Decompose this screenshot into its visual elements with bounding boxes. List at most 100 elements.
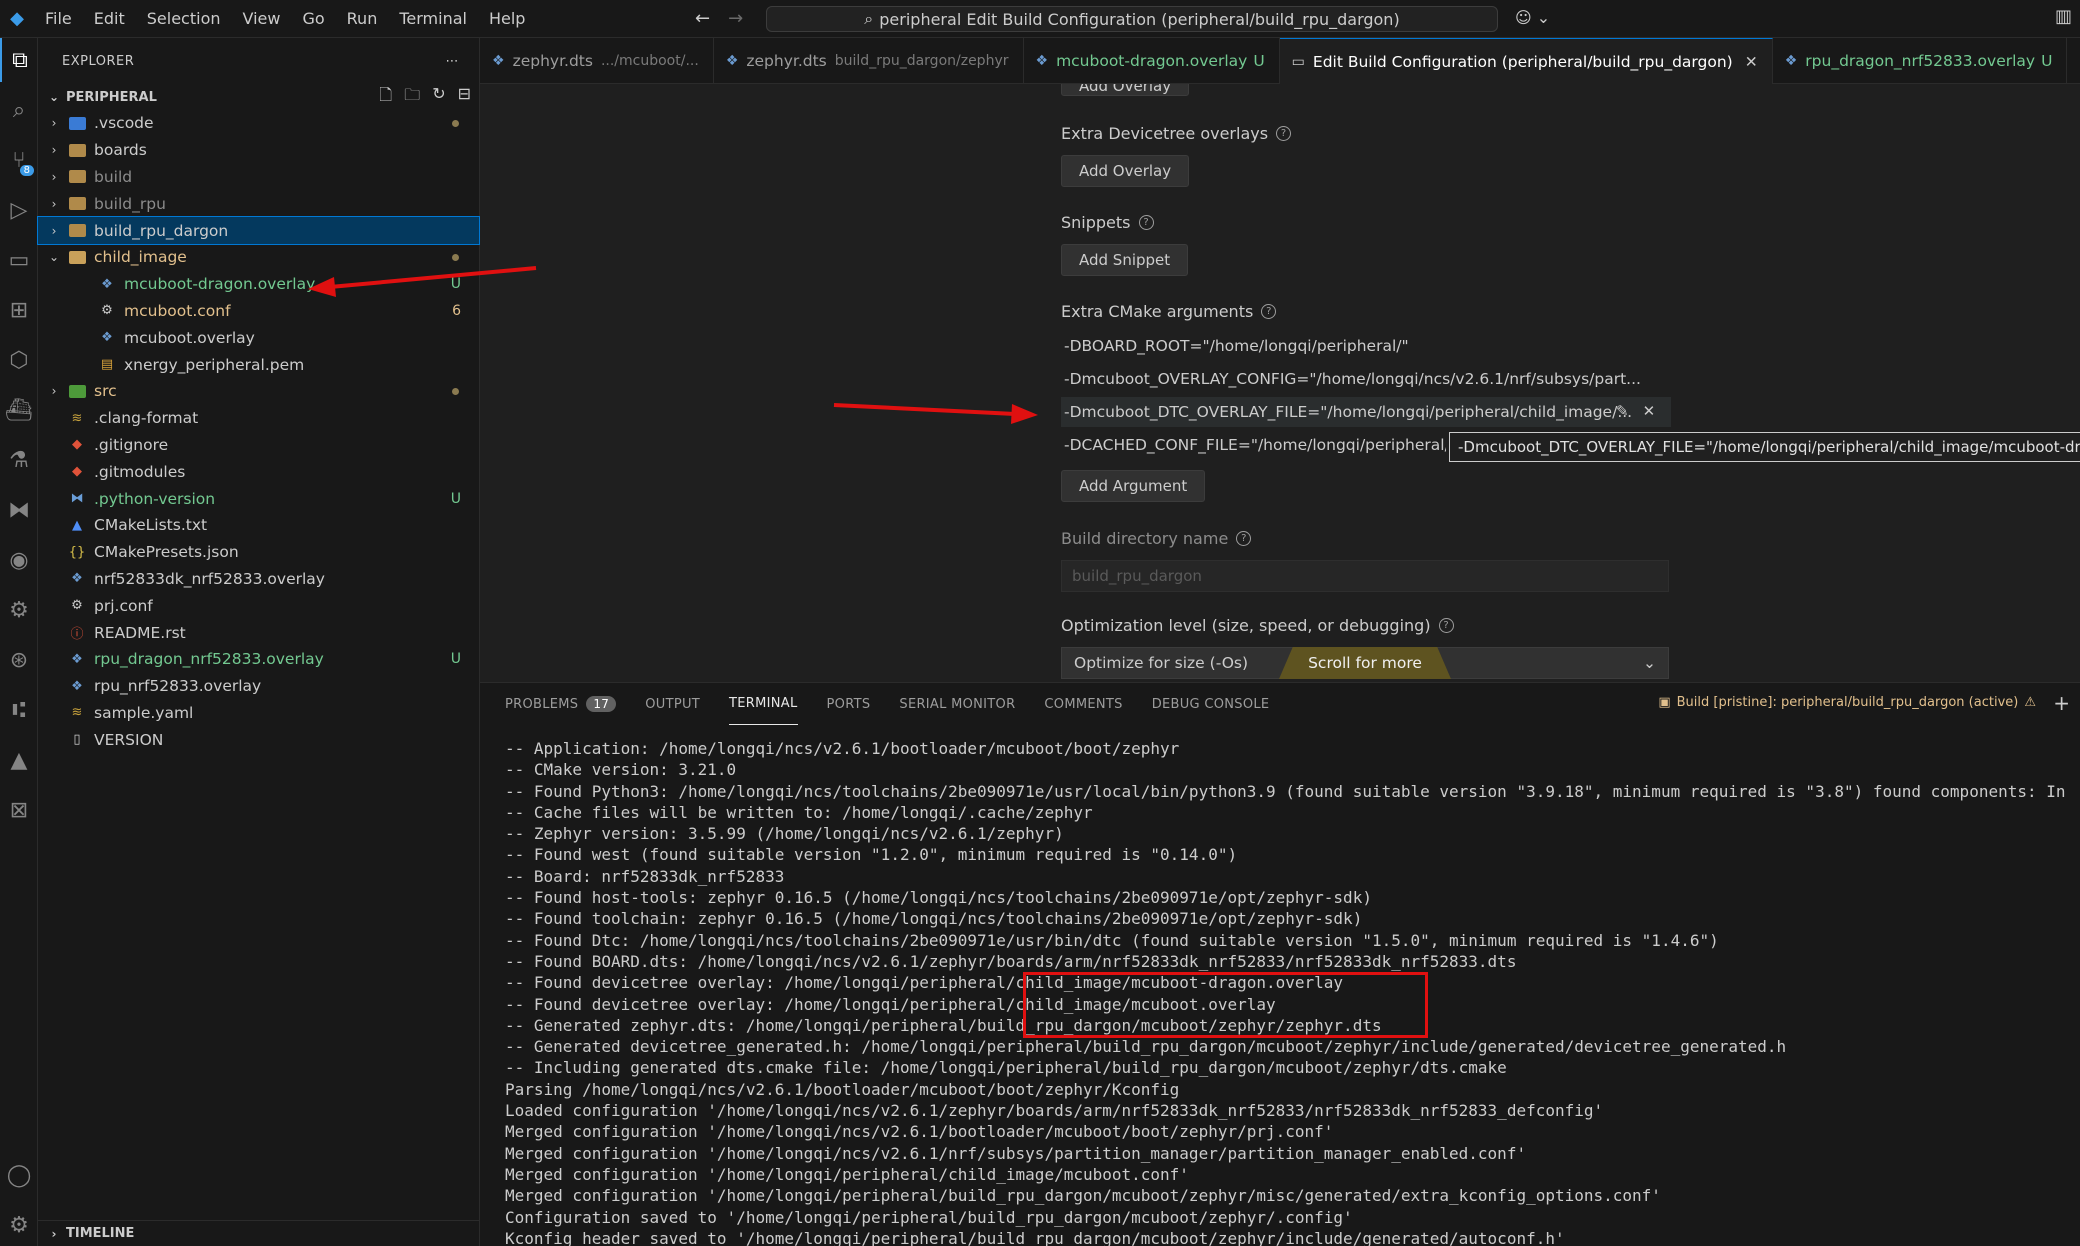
add-overlay-button-partial[interactable]: Add Overlay	[1061, 84, 1190, 96]
python-icon[interactable]: ⧓	[0, 488, 38, 532]
cmake-argument-item[interactable]: -DBOARD_ROOT="/home/longqi/peripheral/"	[1061, 331, 1671, 361]
platformio-icon[interactable]: ⊛	[0, 638, 38, 682]
help-icon[interactable]: ?	[1138, 215, 1154, 230]
tree-folder-build[interactable]: › build	[38, 164, 479, 191]
collapse-all-icon[interactable]: ⊟	[458, 84, 471, 111]
tree-folder-boards[interactable]: › boards	[38, 137, 479, 164]
panel-tab-comments[interactable]: COMMENTS	[1044, 683, 1122, 725]
optimization-level-select[interactable]: Optimize for size (-Os) Scroll for more …	[1061, 647, 1669, 679]
menu-item-terminal[interactable]: Terminal	[388, 9, 478, 28]
menu-item-file[interactable]: File	[34, 9, 83, 28]
device-icon[interactable]: ⚙	[0, 588, 38, 632]
add-argument-button[interactable]: Add Argument	[1061, 470, 1206, 502]
panel-tab-debug-console[interactable]: DEBUG CONSOLE	[1152, 683, 1270, 725]
tree-file-rpu-nrf52833-overlay[interactable]: ❖ rpu_nrf52833.overlay	[38, 673, 479, 700]
menu-item-edit[interactable]: Edit	[83, 9, 136, 28]
tree-folder-child-image[interactable]: ⌄ child_image	[38, 244, 479, 271]
more-actions-icon[interactable]: ⋯	[446, 54, 460, 69]
new-file-icon[interactable]: 🗋	[379, 84, 392, 111]
scroll-for-more-hint[interactable]: Scroll for more	[1279, 647, 1451, 679]
editor-tab[interactable]: ❖ zephyr.dts build_rpu_dargon/zephyr	[714, 38, 1024, 84]
tab-edit-build-configuration[interactable]: ▭ Edit Build Configuration (peripheral/bu…	[1279, 38, 1773, 84]
help-icon[interactable]: ?	[1438, 618, 1454, 633]
back-arrow-icon[interactable]: ←	[695, 8, 710, 29]
cmake-argument-item[interactable]: -Dmcuboot_OVERLAY_CONFIG="/home/longqi/n…	[1061, 364, 1671, 394]
tree-file-mcuboot-conf[interactable]: ⚙ mcuboot.conf 6	[38, 298, 479, 325]
testing-icon[interactable]: ⚗	[0, 438, 38, 482]
panel-tab-ports[interactable]: PORTS	[827, 683, 871, 725]
menu-item-help[interactable]: Help	[478, 9, 536, 28]
new-folder-icon[interactable]: 🗀	[404, 84, 420, 111]
extensions-icon[interactable]: ⊞	[0, 288, 38, 332]
tree-file-mcuboot-dragon-overlay[interactable]: ❖ mcuboot-dragon.overlay U	[38, 271, 479, 298]
add-snippet-button[interactable]: Add Snippet	[1061, 244, 1189, 276]
edit-pencil-icon[interactable]: ✎	[1616, 402, 1629, 420]
help-icon[interactable]: ?	[1261, 304, 1277, 319]
source-control-icon[interactable]: ⑂ 8	[0, 138, 38, 182]
tree-file-rpu-dragon-nrf52833-overlay[interactable]: ❖ rpu_dragon_nrf52833.overlay U	[38, 646, 479, 673]
run-debug-icon[interactable]: ▷	[0, 188, 38, 232]
workspace-section-header[interactable]: ⌄ PERIPHERAL 🗋 🗀 ↻ ⊟	[38, 84, 479, 110]
menu-item-view[interactable]: View	[232, 9, 292, 28]
tree-file-xnergy-peripheral-pem[interactable]: ▤ xnergy_peripheral.pem	[38, 351, 479, 378]
help-icon[interactable]: ?	[1276, 126, 1292, 141]
bookmark-icon[interactable]: ⊠	[0, 788, 38, 832]
terminal-build-status[interactable]: ▣ Build [pristine]: peripheral/build_rpu…	[1658, 695, 2036, 710]
menu-item-go[interactable]: Go	[291, 9, 335, 28]
help-icon[interactable]: ?	[1236, 531, 1252, 546]
tree-file--python-version[interactable]: ⧓ .python-version U	[38, 485, 479, 512]
tree-file--gitmodules[interactable]: ◆ .gitmodules	[38, 458, 479, 485]
panel-tab-problems[interactable]: PROBLEMS 17	[505, 683, 617, 725]
azure-icon[interactable]: ▲	[0, 738, 38, 782]
tree-file-prj-conf[interactable]: ⚙ prj.conf	[38, 592, 479, 619]
tree-icon[interactable]: ⑆	[0, 688, 38, 732]
cmake-argument-item-hovered[interactable]: -Dmcuboot_DTC_OVERLAY_FILE="/home/longqi…	[1061, 397, 1671, 427]
menu-item-selection[interactable]: Selection	[136, 9, 232, 28]
tree-file-mcuboot-overlay[interactable]: ❖ mcuboot.overlay	[38, 324, 479, 351]
manage-gear-icon[interactable]: ⚙	[0, 1203, 38, 1246]
remove-x-icon[interactable]: ✕	[1643, 402, 1656, 420]
tree-folder--vscode[interactable]: › .vscode	[38, 110, 479, 137]
tree-item-label: mcuboot.overlay	[124, 328, 255, 347]
toggle-sidebar-icon[interactable]: ▥	[2055, 6, 2072, 27]
command-center[interactable]: ⌕ peripheral Edit Build Configuration (p…	[766, 6, 1498, 32]
tree-folder-src[interactable]: › src	[38, 378, 479, 405]
tree-folder-build-rpu-dargon[interactable]: › build_rpu_dargon	[37, 216, 480, 245]
new-terminal-plus-icon[interactable]: +	[2053, 691, 2070, 715]
refresh-icon[interactable]: ↻	[432, 84, 445, 111]
panel-tab-serial-monitor[interactable]: SERIAL MONITOR	[899, 683, 1015, 725]
tree-file-sample-yaml[interactable]: ≋ sample.yaml	[38, 700, 479, 727]
tree-file-nrf52833dk-nrf52833-overlay[interactable]: ❖ nrf52833dk_nrf52833.overlay	[38, 566, 479, 593]
tree-file-readme-rst[interactable]: ⓘ README.rst	[38, 619, 479, 646]
add-overlay-button[interactable]: Add Overlay	[1061, 155, 1190, 187]
modified-dot-icon	[452, 253, 459, 261]
remote-explorer-icon[interactable]: ▭	[0, 238, 38, 282]
github-icon[interactable]: ◉	[0, 538, 38, 582]
docker-icon[interactable]: ⛴	[0, 388, 38, 432]
search-icon[interactable]: ⌕	[0, 88, 38, 132]
cmake-argument-item[interactable]: -DCACHED_CONF_FILE="/home/longqi/periphe…	[1061, 430, 1446, 460]
close-tab-icon[interactable]: ✕	[1745, 53, 1758, 71]
editor-tab[interactable]: ❖ mcuboot-dragon.overlay U	[1024, 38, 1280, 84]
explorer-icon[interactable]: ⧉	[0, 38, 38, 82]
editor-tab[interactable]: ❖ rpu_dragon_nrf52833.overlay U	[1773, 38, 2068, 84]
timeline-section-header[interactable]: › TIMELINE	[38, 1220, 479, 1246]
file-icon: ▯	[73, 732, 81, 748]
tree-file--gitignore[interactable]: ◆ .gitignore	[38, 432, 479, 459]
menu-item-run[interactable]: Run	[336, 9, 389, 28]
tree-file-cmakelists-txt[interactable]: ▲ CMakeLists.txt	[38, 512, 479, 539]
tree-file-version[interactable]: ▯ VERSION	[38, 726, 479, 753]
tree-file-cmakepresets-json[interactable]: {} CMakePresets.json	[38, 539, 479, 566]
tree-file--clang-format[interactable]: ≋ .clang-format	[38, 405, 479, 432]
panel-tab-output[interactable]: OUTPUT	[645, 683, 700, 725]
chevron-right-icon: ›	[51, 223, 57, 238]
editor-tab[interactable]: ❖ zephyr.dts .../mcuboot/...	[480, 38, 714, 84]
copilot-icon[interactable]: ☺ ⌄	[1515, 8, 1550, 27]
menu-bar: File Edit Selection View Go Run Terminal Help	[34, 9, 536, 28]
nrf-connect-icon[interactable]: ⬡	[0, 338, 38, 382]
account-icon[interactable]: ◯	[0, 1153, 38, 1197]
forward-arrow-icon[interactable]: →	[728, 8, 743, 29]
panel-tab-terminal[interactable]: TERMINAL	[729, 683, 798, 725]
explorer-sidebar: EXPLORER ⋯ ⌄ PERIPHERAL 🗋 🗀 ↻ ⊟ › .vscode…	[37, 38, 480, 1246]
tree-folder-build-rpu[interactable]: › build_rpu	[38, 190, 479, 217]
